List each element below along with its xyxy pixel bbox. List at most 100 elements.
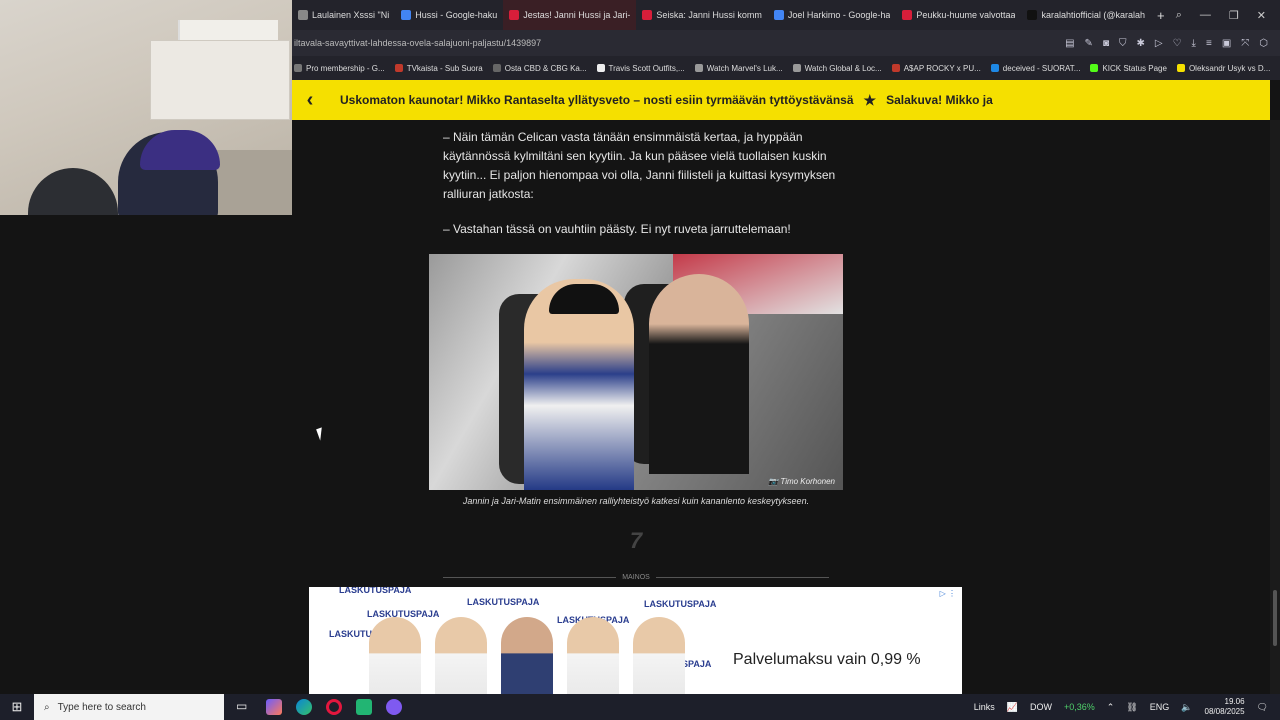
bookmark-favicon-icon [492,64,501,72]
bookmark-item[interactable]: A$AP ROCKY x PU... [891,64,981,73]
search-icon: ⌕ [44,701,50,713]
ticker-headline[interactable]: Uskomaton kaunotar! Mikko Rantaselta yll… [340,93,854,107]
taskbar-search[interactable]: ⌕ Type here to search [34,694,224,720]
tab-label: Jestas! Janni Hussi ja Jari- [523,10,631,20]
webcam-overlay [0,0,292,215]
bookmark-favicon-icon [1090,64,1099,72]
heart-icon[interactable]: ♡ [1173,38,1182,49]
star-icon: ★ [863,91,877,108]
stock-name[interactable]: DOW [1030,702,1052,712]
search-tabs-icon[interactable]: ⌕ [1176,9,1182,22]
browser-tab[interactable]: Peukku-huume valvottaa [896,0,1021,30]
browser-tab-bar: Laulainen Xsssi "Ni Hussi - Google-haku … [292,0,1280,30]
windows-start-icon[interactable]: ⊞ [0,699,34,715]
bookmark-favicon-icon [792,64,801,72]
settings-icon[interactable]: ⬡ [1259,38,1268,49]
download-icon[interactable]: ⤓ [1192,38,1196,49]
ad-brand-text: LASKUTUSPAJA [467,597,540,607]
browser-tab[interactable]: Laulainen Xsssi "Ni [292,0,395,30]
menu-icon[interactable]: ≡ [1206,38,1212,49]
opera-icon[interactable] [326,699,342,715]
bookmark-favicon-icon [694,64,703,72]
bookmark-favicon-icon [294,64,302,72]
screen: Laulainen Xsssi "Ni Hussi - Google-haku … [0,0,1280,720]
edge-icon[interactable] [296,699,312,715]
browser-tab[interactable]: Seiska: Janni Hussi komm [636,0,768,30]
seiska-icon [509,10,520,20]
language-indicator[interactable]: ENG [1150,702,1170,712]
bookmark-item[interactable]: Oleksandr Usyk vs D... [1176,64,1270,73]
ticker-headline[interactable]: Salakuva! Mikko ja [886,93,993,107]
photo-credit: 📷 Timo Korhonen [768,477,835,486]
article-body: – Näin tämän Celican vasta tänään ensimm… [292,120,1270,694]
bookmark-favicon-icon [891,64,900,72]
url-text[interactable]: iltavala-savayttivat-lahdessa-ovela-sala… [294,38,1065,48]
address-bar[interactable]: iltavala-savayttivat-lahdessa-ovela-sala… [292,30,1280,56]
links-toolbar[interactable]: Links [974,702,995,712]
browser-tab[interactable]: Joel Harkimo - Google-ha [768,0,897,30]
bookmark-favicon-icon [394,64,403,72]
site-logo-icon: 7 [629,528,643,553]
scrollbar-thumb[interactable] [1273,590,1277,646]
bookmark-item[interactable]: TVkaista - Sub Suora [394,64,483,73]
wallet-icon[interactable]: ▣ [1222,38,1231,49]
news-ticker: ‹ Uskomaton kaunotar! Mikko Rantaselta y… [292,80,1270,120]
bookmark-item[interactable]: Osta CBD & CBG Ka... [492,64,587,73]
reader-icon[interactable]: ▤ [1065,38,1074,49]
app-icon[interactable] [356,699,372,715]
browser-tab[interactable]: Hussi - Google-haku [395,0,503,30]
new-tab-icon[interactable]: + [1157,8,1165,23]
is-icon [902,10,913,20]
copilot-icon[interactable] [266,699,282,715]
play-icon[interactable]: ▷ [1155,38,1163,49]
article-paragraph: – Näin tämän Celican vasta tänään ensimm… [443,130,836,201]
stock-change: +0,36% [1064,702,1095,712]
bookmark-item[interactable]: Travis Scott Outfits,... [596,64,685,73]
network-icon[interactable]: ⛓ [1126,702,1137,713]
tab-label: Seiska: Janni Hussi komm [656,10,762,20]
bookmark-item[interactable]: Watch Marvel's Luk... [694,64,783,73]
volume-icon[interactable]: 🔈 [1181,702,1192,713]
tab-label: karalahtiofficial (@karalah [1041,10,1146,20]
google-icon [773,10,784,20]
restore-icon[interactable]: ❐ [1229,9,1239,22]
bookmark-favicon-icon [990,64,999,72]
camera-icon[interactable]: ◙ [1103,38,1109,49]
clock[interactable]: 19.06 08/08/2025 [1205,697,1245,717]
edit-icon[interactable]: ✎ [1085,38,1093,49]
aria-icon[interactable]: ⤧ [1241,38,1249,49]
minimize-icon[interactable]: — [1200,9,1211,22]
browser-tab[interactable]: karalahtiofficial (@karalah [1021,0,1151,30]
photo-caption: Jannin ja Jari-Matin ensimmäinen ralliyh… [462,496,810,506]
advertisement-banner[interactable]: LASKUTUSPAJA LASKUTUSPAJA LASKUTUSPAJA L… [309,587,962,694]
tab-label: Laulainen Xsssi "Ni [312,10,390,20]
bookmark-favicon-icon [1176,64,1185,72]
close-icon[interactable]: ✕ [1257,9,1266,22]
extension-icon[interactable]: ✱ [1136,38,1144,49]
stock-chart-icon: 📈 [1006,701,1019,712]
ad-people-image [369,617,699,694]
bookmark-item[interactable]: Watch Global & Loc... [792,64,882,73]
bookmark-item[interactable]: KICK Status Page [1090,64,1167,73]
page-scrollbar[interactable] [1270,120,1280,694]
notification-icon[interactable]: 🗨 [1257,702,1268,713]
bookmark-item[interactable]: Pro membership - G... [294,64,385,73]
ad-headline: Palvelumaksu vain 0,99 % [733,651,921,668]
article-photo[interactable]: 📷 Timo Korhonen [429,254,843,490]
chevron-left-icon[interactable]: ‹ [292,89,328,112]
bookmarks-bar: Pro membership - G... TVkaista - Sub Suo… [292,56,1280,80]
ad-brand-text: LASKUTUSPAJA [644,599,717,609]
bookmark-item[interactable]: deceived - SUORAT... [990,64,1080,73]
tab-label: Peukku-huume valvottaa [916,10,1016,20]
google-icon [401,10,412,20]
article-paragraph: – Vastahan tässä on vauhtiin päästy. Ei … [443,222,791,236]
task-view-icon[interactable]: ▭ [236,699,252,715]
browser-tab-active[interactable]: Jestas! Janni Hussi ja Jari- [503,0,637,30]
chevron-up-icon[interactable]: ⌃ [1107,702,1115,713]
tab-label: Joel Harkimo - Google-ha [787,10,891,20]
discord-icon[interactable] [386,699,402,715]
adchoices-icon[interactable]: ▷ ⋮ [940,589,956,598]
shield-icon[interactable]: ⛉ [1119,38,1127,49]
search-placeholder: Type here to search [57,701,146,713]
tab-favicon-icon [298,10,308,20]
